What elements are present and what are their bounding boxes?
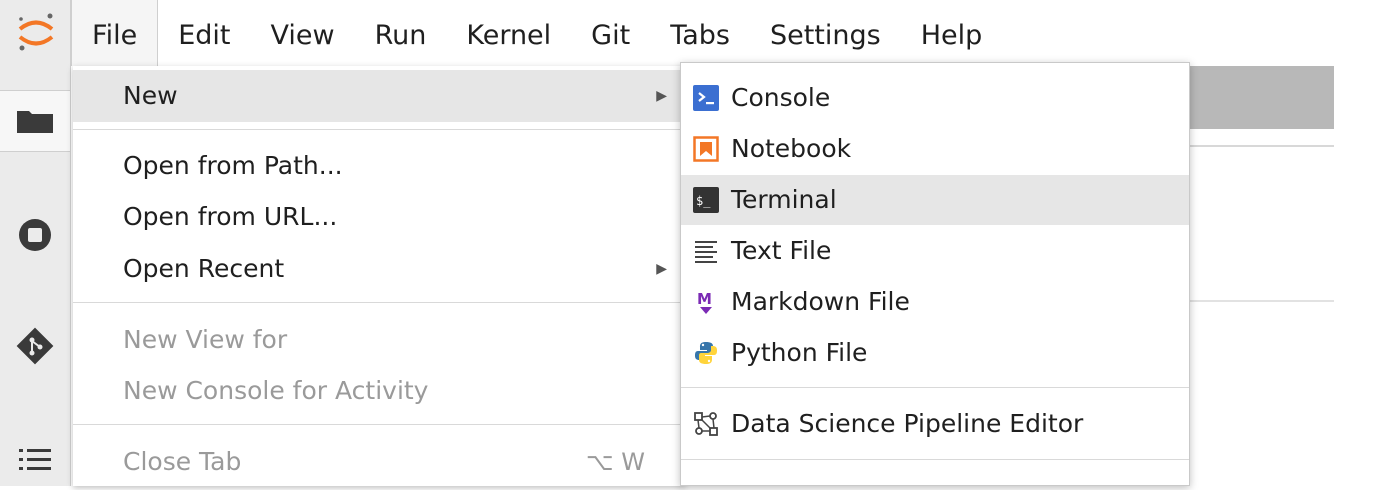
menu-item-label: Open from URL... — [123, 202, 338, 231]
menu-view[interactable]: View — [250, 0, 354, 66]
chevron-right-icon: ▶ — [656, 88, 667, 104]
main-area-tab-bar — [1188, 63, 1334, 129]
new-submenu: Console Notebook $_ Terminal Text File M… — [680, 62, 1190, 486]
new-pipeline-editor-item[interactable]: Data Science Pipeline Editor — [681, 399, 1189, 449]
new-markdown-file-item[interactable]: M Markdown File — [681, 277, 1189, 327]
chevron-right-icon: ▶ — [656, 261, 667, 277]
left-sidebar — [0, 0, 71, 486]
file-menu-open-recent[interactable]: Open Recent ▶ — [73, 243, 685, 295]
text-file-icon — [692, 237, 720, 265]
running-stop-icon[interactable] — [0, 205, 70, 265]
menu-item-label: Markdown File — [731, 287, 910, 316]
menu-item-label: Open Recent — [123, 254, 285, 283]
svg-text:$_: $_ — [696, 194, 711, 208]
main-area-divider — [1188, 300, 1334, 302]
menu-item-label: New — [123, 81, 178, 110]
menu-item-label: Close Tab — [123, 447, 242, 476]
menu-separator — [681, 387, 1189, 388]
menu-item-label: Notebook — [731, 134, 852, 163]
table-of-contents-icon[interactable] — [0, 430, 70, 490]
new-console-item[interactable]: Console — [681, 73, 1189, 123]
jupyter-logo-icon[interactable] — [14, 10, 58, 54]
menu-tabs[interactable]: Tabs — [650, 0, 750, 66]
menu-separator — [73, 302, 685, 303]
keyboard-shortcut: ⌥ W — [585, 448, 645, 476]
file-menu-dropdown: New ▶ Open from Path... Open from URL...… — [73, 66, 685, 486]
file-menu-new[interactable]: New ▶ — [73, 70, 685, 122]
pipeline-icon — [692, 410, 720, 438]
menu-item-label: Data Science Pipeline Editor — [731, 409, 1084, 438]
menu-item-label: Text File — [731, 236, 832, 265]
python-icon — [692, 339, 720, 367]
file-menu-new-console-for-activity[interactable]: New Console for Activity — [73, 365, 685, 417]
menu-item-label: Open from Path... — [123, 151, 343, 180]
menu-git[interactable]: Git — [571, 0, 650, 66]
menu-file[interactable]: File — [71, 0, 159, 66]
svg-text:M: M — [697, 290, 712, 308]
file-menu-close-tab[interactable]: Close Tab ⌥ W — [73, 436, 685, 488]
menu-separator — [681, 459, 1189, 460]
menu-item-label: New View for — [123, 325, 288, 354]
new-python-file-item[interactable]: Python File — [681, 328, 1189, 378]
file-menu-new-view[interactable]: New View for — [73, 314, 685, 366]
menu-run[interactable]: Run — [355, 0, 447, 66]
menu-item-label: Console — [731, 83, 831, 112]
menu-edit[interactable]: Edit — [158, 0, 250, 66]
top-menu-bar: File Edit View Run Kernel Git Tabs Setti… — [71, 0, 1390, 66]
markdown-icon: M — [692, 288, 720, 316]
notebook-icon — [692, 135, 720, 163]
menu-settings[interactable]: Settings — [750, 0, 901, 66]
menu-item-label: New Console for Activity — [123, 376, 429, 405]
menu-item-label: Terminal — [731, 185, 837, 214]
file-menu-open-from-url[interactable]: Open from URL... — [73, 191, 685, 243]
git-icon[interactable] — [0, 316, 70, 376]
new-notebook-item[interactable]: Notebook — [681, 124, 1189, 174]
terminal-icon: $_ — [692, 186, 720, 214]
folder-icon[interactable] — [0, 90, 70, 152]
console-icon — [692, 84, 720, 112]
main-area-divider — [1188, 145, 1334, 147]
menu-separator — [73, 129, 685, 130]
menu-kernel[interactable]: Kernel — [446, 0, 571, 66]
file-menu-open-from-path[interactable]: Open from Path... — [73, 140, 685, 192]
new-text-file-item[interactable]: Text File — [681, 226, 1189, 276]
menu-item-label: Python File — [731, 338, 868, 367]
new-terminal-item[interactable]: $_ Terminal — [681, 175, 1189, 225]
menu-separator — [73, 424, 685, 425]
menu-help[interactable]: Help — [901, 0, 1003, 66]
